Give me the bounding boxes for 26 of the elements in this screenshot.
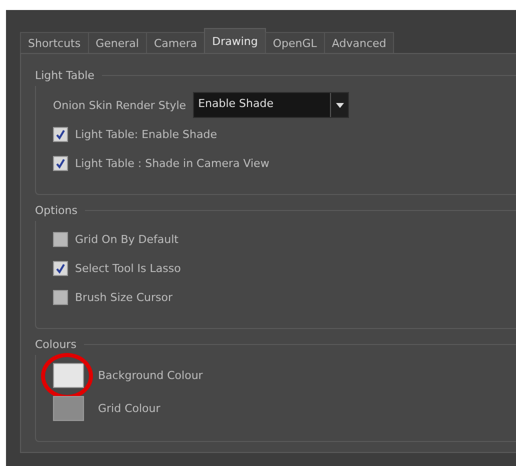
checkbox[interactable] bbox=[53, 156, 68, 171]
checkbox-label: Light Table: Enable Shade bbox=[75, 128, 218, 141]
tab[interactable]: OpenGL bbox=[264, 32, 325, 53]
checkbox[interactable] bbox=[53, 232, 68, 247]
checkbox[interactable] bbox=[53, 290, 68, 305]
caret-icon bbox=[336, 102, 344, 108]
group-title: Light Table bbox=[35, 68, 94, 82]
tab[interactable]: Drawing bbox=[204, 28, 266, 53]
tab[interactable]: Shortcuts bbox=[20, 32, 89, 53]
colour-swatch[interactable] bbox=[53, 396, 84, 421]
checkbox-label: Light Table : Shade in Camera View bbox=[75, 157, 270, 170]
swatch-label: Background Colour bbox=[98, 369, 203, 382]
group-title: Options bbox=[35, 204, 78, 216]
field-label: Onion Skin Render Style bbox=[53, 98, 186, 112]
swatch-label: Grid Colour bbox=[98, 402, 160, 415]
tab[interactable]: Advanced bbox=[324, 32, 394, 53]
checkbox-label: Brush Size Cursor bbox=[75, 291, 172, 304]
colour-swatch[interactable] bbox=[53, 363, 84, 388]
render-style-dropdown[interactable]: Enable Shade bbox=[193, 92, 350, 118]
group-title: Colours bbox=[35, 338, 76, 350]
checkbox[interactable] bbox=[53, 127, 68, 142]
checkbox[interactable] bbox=[53, 261, 68, 276]
tab[interactable]: Camera bbox=[146, 32, 206, 53]
checkbox-label: Grid On By Default bbox=[75, 233, 178, 246]
checkbox-label: Select Tool Is Lasso bbox=[75, 262, 181, 275]
tab[interactable]: General bbox=[88, 32, 147, 53]
